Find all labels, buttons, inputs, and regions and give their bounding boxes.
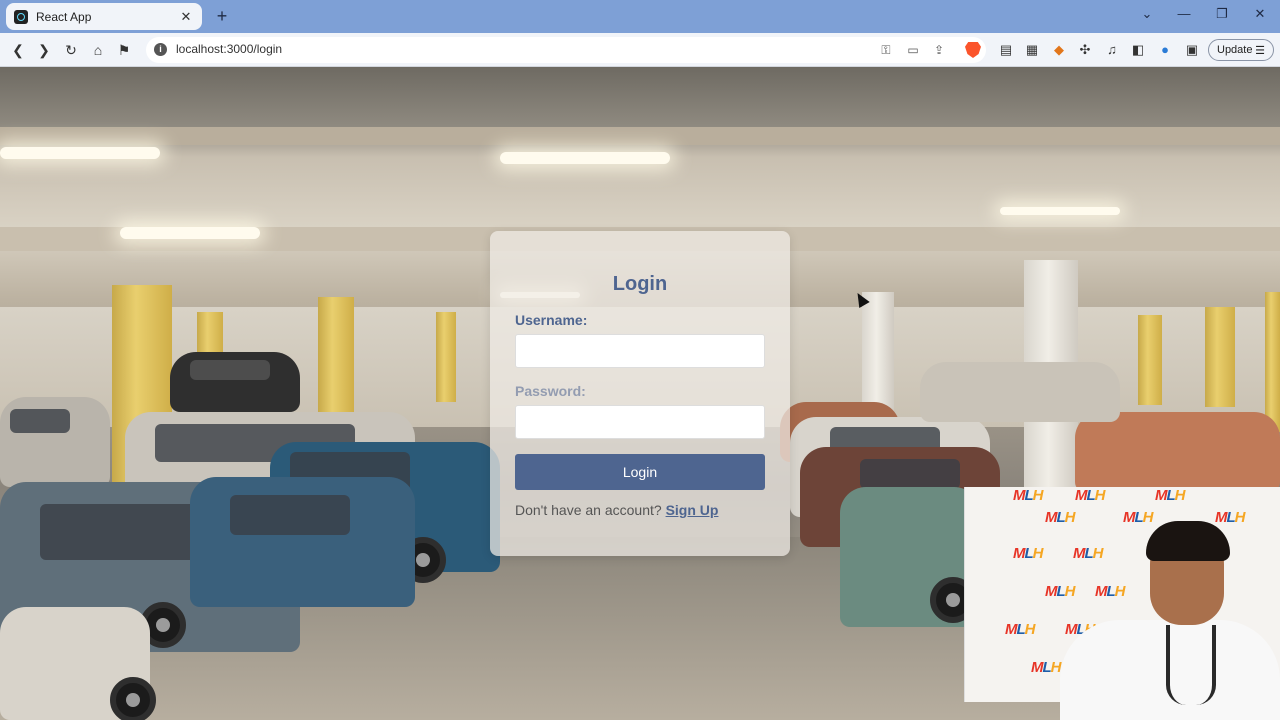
reload-icon[interactable]: ↻: [60, 39, 82, 61]
parked-car-green: [840, 487, 980, 627]
ceiling-light: [500, 152, 670, 164]
login-card: Login Username: Password: Login Don't ha…: [490, 231, 790, 556]
signup-row: Don't have an account? Sign Up: [515, 502, 718, 518]
site-info-icon[interactable]: i: [154, 43, 167, 56]
mlh-banner-logo: MLH: [1123, 509, 1154, 526]
cast-icon[interactable]: ▭: [904, 41, 922, 59]
ceiling-light: [0, 147, 160, 159]
tab-search-chevron-icon[interactable]: ⌄: [1134, 4, 1160, 24]
minimize-button[interactable]: —: [1171, 4, 1197, 24]
media-music-icon[interactable]: ♫: [1104, 42, 1120, 58]
mlh-banner-logo: MLH: [1075, 487, 1106, 504]
parked-car-black: [170, 352, 300, 412]
address-bar[interactable]: i localhost:3000/login ⚿ ▭ ⇪: [146, 37, 986, 63]
password-label: Password:: [515, 383, 586, 399]
mlh-banner-logo: MLH: [1155, 487, 1186, 504]
mlh-banner-logo: MLH: [1013, 545, 1044, 562]
username-input[interactable]: [515, 334, 765, 368]
extensions-puzzle-icon[interactable]: ✣: [1077, 42, 1093, 58]
update-label: Update: [1217, 44, 1253, 56]
signup-link[interactable]: Sign Up: [666, 502, 719, 518]
presenter-lanyard: [1166, 625, 1216, 705]
yellow-pillar: [436, 312, 456, 402]
profile-avatar-icon[interactable]: ●: [1157, 42, 1173, 58]
tab-close-icon[interactable]: ✕: [178, 9, 194, 25]
parked-car-white-front: [0, 607, 156, 720]
yellow-pillar: [1205, 307, 1235, 407]
mlh-banner-logo: MLH: [1073, 545, 1104, 562]
close-window-button[interactable]: ✕: [1247, 4, 1273, 24]
tab-title: React App: [36, 9, 92, 24]
yellow-pillar: [318, 297, 354, 417]
yellow-pillar: [1138, 315, 1162, 405]
mlh-banner-logo: MLH: [1215, 509, 1246, 526]
parked-car-far-white: [920, 362, 1120, 422]
login-button[interactable]: Login: [515, 454, 765, 490]
new-tab-button[interactable]: +: [212, 6, 232, 26]
signup-prompt: Don't have an account?: [515, 502, 662, 518]
address-bar-url[interactable]: localhost:3000/login: [176, 42, 282, 56]
mlh-banner-logo: MLH: [1045, 509, 1076, 526]
mlh-banner-logo: MLH: [1095, 583, 1126, 600]
browser-tab-react-app[interactable]: React App ✕: [6, 3, 202, 30]
home-icon[interactable]: ⌂: [87, 39, 109, 61]
parked-car-white: [0, 397, 110, 487]
table-extension-icon[interactable]: ▦: [1024, 42, 1040, 58]
login-title: Login: [612, 273, 668, 295]
yellow-pillar: [1265, 292, 1280, 432]
forward-arrow-icon[interactable]: ❯: [33, 39, 55, 61]
mlh-banner-logo: MLH: [1013, 487, 1044, 504]
ceiling-beam: [0, 127, 1280, 145]
ceiling-light: [120, 227, 260, 239]
ceiling-light: [1000, 207, 1120, 215]
metamask-fox-icon[interactable]: ◆: [1051, 42, 1067, 58]
presenter-hair: [1146, 521, 1230, 561]
parked-car-orange-right: [1075, 412, 1280, 492]
mlh-banner-logo: MLH: [1005, 621, 1036, 638]
restore-button[interactable]: ❐: [1209, 4, 1235, 24]
mlh-banner-logo: MLH: [1031, 659, 1062, 676]
key-icon[interactable]: ⚿: [877, 41, 895, 59]
sidebar-icon[interactable]: ◧: [1130, 42, 1146, 58]
wallet-icon[interactable]: ▣: [1184, 42, 1200, 58]
password-input[interactable]: [515, 405, 765, 439]
mlh-banner-logo: MLH: [1045, 583, 1076, 600]
username-label: Username:: [515, 312, 588, 328]
back-arrow-icon[interactable]: ❮: [7, 39, 29, 61]
browser-tab-strip: React App ✕ + ⌄ — ❐ ✕: [0, 0, 1280, 33]
share-icon[interactable]: ⇪: [930, 41, 948, 59]
react-favicon-icon: [14, 9, 28, 24]
menu-hamburger-icon: ☰: [1255, 44, 1265, 57]
bookmark-icon[interactable]: ⚑: [113, 39, 135, 61]
update-button[interactable]: Update ☰: [1208, 39, 1274, 61]
parked-car-teal-sedan: [190, 477, 415, 607]
browser-toolbar: ❮ ❯ ↻ ⌂ ⚑ i localhost:3000/login ⚿ ▭ ⇪ ▤…: [0, 33, 1280, 67]
clipboard-extension-icon[interactable]: ▤: [998, 42, 1014, 58]
